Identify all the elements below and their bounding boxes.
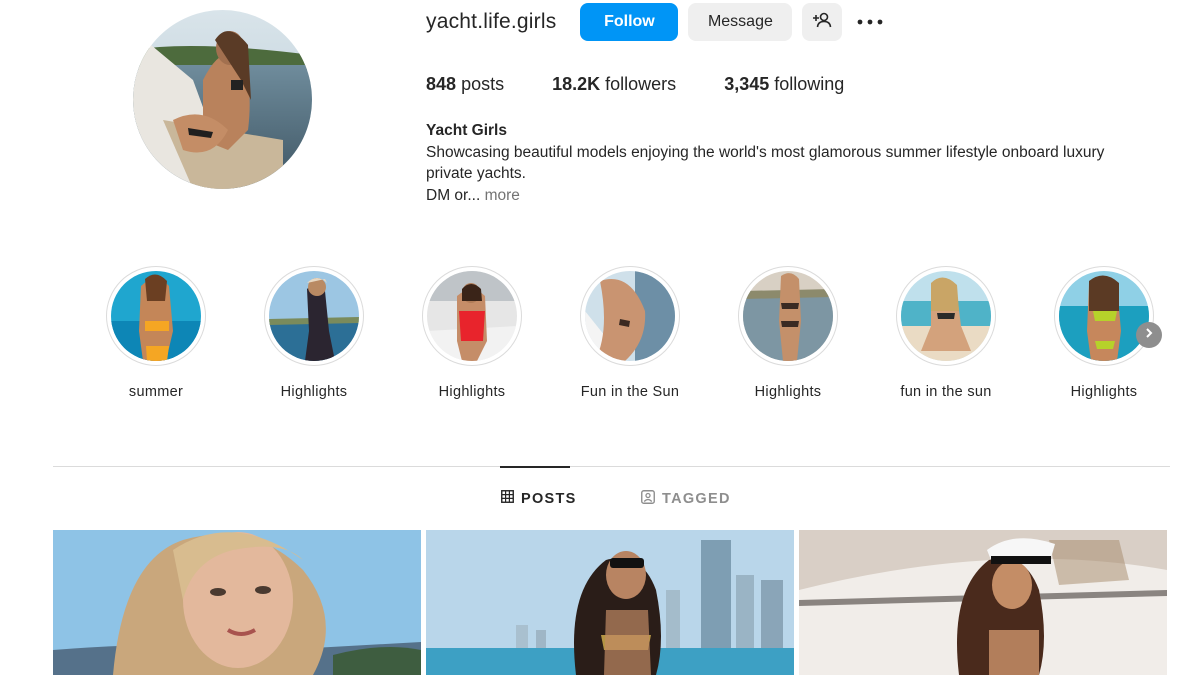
grid-icon (501, 490, 521, 507)
bio-line-3-wrap: DM or... more (426, 185, 1176, 207)
posts-label: posts (461, 74, 505, 94)
highlight-label: Highlights (438, 384, 506, 400)
message-button[interactable]: Message (688, 3, 793, 41)
bio-name: Yacht Girls (426, 122, 507, 139)
tabs-divider (53, 466, 1170, 467)
tab-posts[interactable]: POSTS (501, 490, 577, 507)
highlight-label: fun in the sun (900, 384, 992, 400)
following-stat[interactable]: 3,345 following (724, 74, 844, 95)
highlight-label: Fun in the Sun (580, 384, 680, 400)
highlight-label: Highlights (280, 384, 348, 400)
highlight-thumbnail (901, 271, 991, 361)
bio-more-link[interactable]: more (485, 187, 520, 204)
more-horizontal-icon[interactable] (856, 3, 884, 41)
post-thumbnail[interactable] (426, 530, 794, 675)
bio-line-2: private yachts. (426, 165, 526, 182)
post-thumbnail[interactable] (53, 530, 421, 675)
username: yacht.life.girls (426, 10, 557, 33)
highlight-thumbnail (585, 271, 675, 361)
profile-avatar[interactable] (133, 10, 312, 189)
profile-stats: 848 posts 18.2K followers 3,345 followin… (426, 74, 892, 95)
tab-posts-label: POSTS (521, 490, 577, 507)
suggest-users-button[interactable] (802, 3, 843, 41)
posts-stat: 848 posts (426, 74, 504, 95)
followers-label: followers (605, 74, 677, 94)
highlight-item[interactable]: Highlights (239, 266, 389, 400)
add-user-icon (812, 10, 832, 35)
profile-bio: Yacht Girls Showcasing beautiful models … (426, 120, 1176, 206)
highlight-ring (896, 266, 996, 366)
profile-header: yacht.life.girls Follow Message (426, 2, 884, 42)
highlight-thumbnail (1059, 271, 1149, 361)
chevron-right-icon (1143, 326, 1155, 344)
highlight-ring (580, 266, 680, 366)
tab-tagged-label: TAGGED (662, 491, 731, 507)
highlight-thumbnail (427, 271, 517, 361)
story-highlights: summer Highlights Highlights Fun in the … (106, 266, 1166, 406)
highlight-ring (738, 266, 838, 366)
active-tab-indicator (500, 466, 570, 468)
highlight-item[interactable]: Highlights (713, 266, 863, 400)
following-count: 3,345 (724, 74, 770, 94)
highlights-next-button[interactable] (1136, 322, 1162, 348)
highlight-item[interactable]: fun in the sun (871, 266, 1021, 400)
follow-button[interactable]: Follow (580, 3, 679, 41)
followers-count: 18.2K (552, 74, 601, 94)
highlight-label: Highlights (1070, 384, 1138, 400)
following-label: following (774, 74, 845, 94)
highlight-thumbnail (743, 271, 833, 361)
tab-tagged[interactable]: TAGGED (641, 490, 731, 508)
highlight-item[interactable]: summer (81, 266, 231, 400)
highlight-thumbnail (111, 271, 201, 361)
tagged-user-icon (641, 490, 662, 508)
post-thumbnail[interactable] (799, 530, 1167, 675)
highlight-ring (106, 266, 206, 366)
bio-line-3: DM or... (426, 186, 481, 204)
highlight-thumbnail (269, 271, 359, 361)
highlight-label: Highlights (754, 384, 822, 400)
highlight-ring (422, 266, 522, 366)
bio-line-1: Showcasing beautiful models enjoying the… (426, 143, 1105, 161)
posts-count: 848 (426, 74, 457, 94)
highlight-item[interactable]: Fun in the Sun (555, 266, 705, 400)
highlight-item[interactable]: Highlights (397, 266, 547, 400)
followers-stat[interactable]: 18.2K followers (552, 74, 676, 95)
highlight-ring (1054, 266, 1154, 366)
highlight-label: summer (128, 384, 184, 400)
highlight-ring (264, 266, 364, 366)
